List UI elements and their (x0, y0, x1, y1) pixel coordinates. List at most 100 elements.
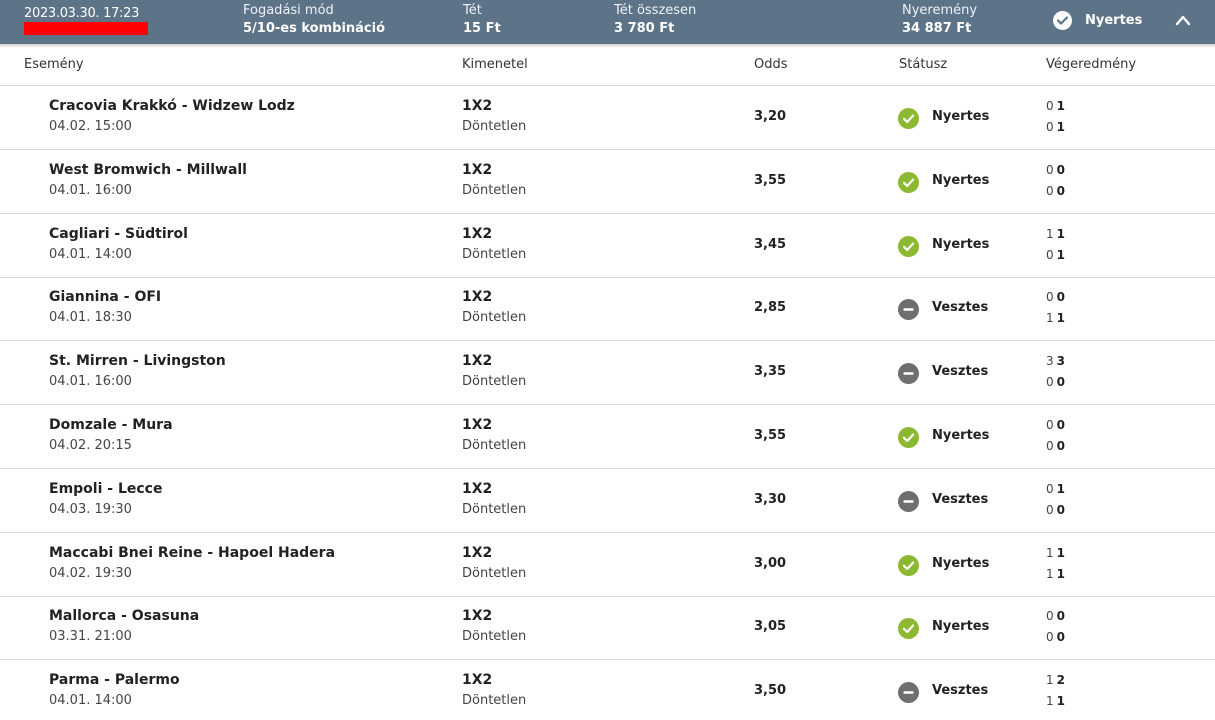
minus-circle-icon (898, 363, 919, 385)
final-score-home: 0 (1056, 609, 1065, 624)
event-name: Empoli - Lecce (49, 480, 163, 497)
odds-value: 3,50 (754, 683, 787, 699)
market-type: 1X2 (462, 289, 493, 306)
halftime-score-home: 0 (1046, 99, 1054, 113)
result-away: 00 (1046, 439, 1065, 453)
result-home: 00 (1046, 609, 1065, 623)
total-stake: Tét összesen 3 780 Ft (614, 3, 696, 39)
result-home: 01 (1046, 482, 1065, 496)
event-date: 04.01. 16:00 (49, 374, 132, 390)
status-label: Nyertes (932, 555, 990, 571)
bet-type-label: Fogadási mód (243, 3, 334, 18)
final-score-home: 0 (1056, 418, 1065, 432)
final-score-home: 1 (1056, 545, 1065, 560)
selected-outcome: Döntetlen (462, 310, 527, 326)
event-date: 04.01. 16:00 (49, 182, 132, 198)
winnings-label: Nyeremény (902, 3, 978, 18)
market-type: 1X2 (462, 672, 493, 689)
table-row[interactable]: Domzale - Mura 04.02. 20:15 1X2 Döntetlen 3,… (0, 405, 1215, 469)
final-score-home: 0 (1056, 290, 1065, 305)
minus-circle-icon (898, 682, 919, 704)
event-name: Maccabi Bnei Reine - Hapoel Hadera (49, 544, 336, 561)
halftime-score-away: 0 (1046, 439, 1054, 453)
selected-outcome: Döntetlen (462, 246, 527, 262)
event-date: 04.01. 14:00 (49, 246, 132, 262)
result-home: 00 (1046, 163, 1065, 177)
minus-circle-icon (898, 490, 919, 512)
halftime-score-home: 0 (1046, 290, 1054, 305)
check-circle-icon (1053, 11, 1072, 30)
table-row[interactable]: Mallorca - Osasuna 03.31. 21:00 1X2 Döntetl… (0, 596, 1215, 661)
event-name: Parma - Palermo (49, 672, 180, 689)
event-date: 04.01. 14:00 (49, 693, 132, 709)
event-date: 03.31. 21:00 (49, 629, 132, 645)
final-score-away: 1 (1056, 247, 1065, 262)
status-label: Nyertes (932, 109, 990, 124)
halftime-score-home: 3 (1046, 354, 1054, 369)
halftime-score-away: 1 (1046, 311, 1054, 326)
halftime-score-away: 0 (1046, 247, 1054, 262)
final-score-home: 3 (1056, 354, 1065, 369)
final-score-away: 0 (1056, 375, 1065, 390)
odds-value: 2,85 (754, 300, 787, 316)
bet-datetime: 2023.03.30. 17:23 (24, 6, 140, 21)
table-row[interactable]: Maccabi Bnei Reine - Hapoel Hadera 04.02.… (0, 533, 1215, 597)
result-home: 33 (1046, 354, 1065, 368)
halftime-score-home: 0 (1046, 162, 1054, 177)
final-score-home: 1 (1056, 99, 1065, 113)
bet-summary-header[interactable]: 2023.03.30. 17:23 Fogadási mód 5/10-es k… (0, 0, 1215, 48)
table-row[interactable]: Giannina - OFI 04.01. 18:30 1X2 Döntetlen 2,… (0, 277, 1215, 342)
halftime-score-away: 1 (1046, 694, 1054, 709)
status-label: Nyertes (932, 428, 990, 443)
odds-value: 3,20 (754, 109, 787, 124)
table-row[interactable]: Cagliari - Südtirol 04.01. 14:00 1X2 Döntet… (0, 214, 1215, 278)
status-label: Vesztes (932, 364, 989, 380)
table-row[interactable]: Empoli - Lecce 04.03. 19:30 1X2 Döntetlen 3,… (0, 469, 1215, 533)
final-score-away: 1 (1056, 311, 1065, 326)
table-row[interactable]: Cracovia Krakkó - Widzew Lodz 04.02. 15:0… (0, 86, 1215, 150)
odds-value: 3,30 (754, 491, 787, 507)
table-row[interactable]: Parma - Palermo 04.01. 14:00 1X2 Döntetlen 3… (0, 660, 1215, 720)
chevron-up-icon[interactable] (1175, 14, 1191, 26)
halftime-score-home: 1 (1046, 673, 1054, 688)
market-type: 1X2 (462, 225, 493, 242)
odds-value: 3,45 (754, 236, 787, 252)
header-status: Nyertes (1053, 11, 1142, 30)
bet-type: Fogadási mód 5/10-es kombináció (243, 3, 385, 39)
final-score-away: 0 (1056, 502, 1065, 517)
event-name: Giannina - OFI (49, 289, 162, 306)
check-circle-icon (898, 108, 919, 129)
result-away: 11 (1046, 567, 1065, 581)
table-row[interactable]: West Bromwich - Millwall 04.01. 16:00 1X2 D… (0, 150, 1215, 214)
result-away: 11 (1046, 694, 1065, 708)
status-label: Nyertes (932, 619, 990, 635)
check-circle-icon (898, 618, 919, 640)
final-score-home: 2 (1056, 673, 1065, 688)
result-away: 00 (1046, 503, 1065, 517)
check-circle-icon (898, 554, 919, 576)
column-event: Esemény (24, 57, 84, 72)
table-row[interactable]: St. Mirren - Livingston 04.01. 16:00 1X2 Dö… (0, 341, 1215, 406)
halftime-score-home: 0 (1046, 481, 1054, 496)
event-date: 04.03. 19:30 (49, 501, 132, 517)
halftime-score-away: 0 (1046, 375, 1054, 390)
check-circle-icon (898, 171, 919, 193)
market-type: 1X2 (462, 353, 493, 370)
status-label: Nyertes (932, 236, 990, 252)
column-outcome: Kimenetel (462, 57, 528, 72)
event-name: Cracovia Krakkó - Widzew Lodz (49, 98, 295, 114)
market-type: 1X2 (462, 480, 493, 497)
result-away: 00 (1046, 184, 1065, 198)
header-status-label: Nyertes (1085, 13, 1143, 28)
final-score-away: 0 (1056, 183, 1065, 198)
final-score-away: 1 (1056, 694, 1065, 709)
stake-value: 15 Ft (463, 21, 501, 36)
market-type: 1X2 (462, 608, 493, 625)
odds-value: 3,55 (754, 172, 787, 188)
redaction-bar (24, 22, 148, 35)
selected-outcome: Döntetlen (462, 438, 527, 453)
final-score-home: 0 (1056, 162, 1065, 177)
event-date: 04.01. 18:30 (49, 310, 132, 326)
result-away: 00 (1046, 375, 1065, 389)
selected-outcome: Döntetlen (462, 565, 527, 581)
